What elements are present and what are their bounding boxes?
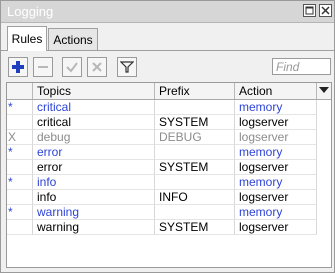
tab-actions[interactable]: Actions [48,28,98,50]
plus-icon [12,61,24,73]
row-topics: warning [33,205,155,220]
row-flag: * [7,175,33,190]
row-flag [7,220,33,235]
row-prefix [155,205,235,220]
row-topics: info [33,190,155,205]
row-action: logserver [235,220,317,235]
table-row[interactable]: warning SYSTEM logserver [7,220,331,235]
column-header-prefix[interactable]: Prefix [155,83,235,99]
row-action: memory [235,175,317,190]
row-prefix [155,145,235,160]
column-header-flag[interactable] [7,83,33,99]
row-action: memory [235,100,317,115]
row-flag: * [7,100,33,115]
cross-icon [92,62,102,72]
enable-button[interactable] [62,57,82,77]
row-action: logserver [235,190,317,205]
row-flag: X [7,130,33,145]
row-action: memory [235,205,317,220]
row-topics: critical [33,115,155,130]
filter-icon [120,61,134,73]
rules-table: Topics Prefix Action * critical memory c… [6,82,332,268]
row-prefix: SYSTEM [155,115,235,130]
column-menu-button[interactable] [317,83,331,99]
table-row[interactable]: critical SYSTEM logserver [7,115,331,130]
row-flag [7,115,33,130]
row-action: logserver [235,115,317,130]
row-action: memory [235,145,317,160]
search-input[interactable] [272,58,331,75]
table-header: Topics Prefix Action [7,83,331,100]
row-topics: error [33,145,155,160]
table-row[interactable]: info INFO logserver [7,190,331,205]
column-header-topics[interactable]: Topics [33,83,155,99]
toolbar [1,51,334,81]
row-topics: critical [33,100,155,115]
row-prefix: DEBUG [155,130,235,145]
row-prefix: SYSTEM [155,160,235,175]
restore-icon [305,6,314,15]
restore-button[interactable] [303,4,316,17]
row-prefix: SYSTEM [155,220,235,235]
row-action: logserver [235,130,317,145]
close-icon [321,6,330,15]
row-flag [7,160,33,175]
table-row[interactable]: * info memory [7,175,331,190]
logging-window: Logging Rules Actions Find Topics Prefix… [0,0,335,273]
check-icon [66,62,78,73]
tab-rules[interactable]: Rules [7,26,47,51]
remove-button[interactable] [33,57,53,77]
sort-dropdown-icon [319,87,329,93]
row-flag [7,190,33,205]
table-row[interactable]: error SYSTEM logserver [7,160,331,175]
title-bar[interactable]: Logging [1,1,334,23]
filter-button[interactable] [117,57,137,77]
table-row[interactable]: * warning memory [7,205,331,220]
tab-strip: Rules Actions [1,23,334,51]
minus-icon [38,66,48,68]
table-row[interactable]: * error memory [7,145,331,160]
close-button[interactable] [319,4,332,17]
row-flag: * [7,145,33,160]
disable-button[interactable] [87,57,107,77]
row-topics: warning [33,220,155,235]
row-action: logserver [235,160,317,175]
column-header-action[interactable]: Action [235,83,317,99]
window-title: Logging [7,4,54,19]
row-topics: error [33,160,155,175]
row-prefix: INFO [155,190,235,205]
table-row[interactable]: * critical memory [7,100,331,115]
row-topics: info [33,175,155,190]
row-prefix [155,175,235,190]
row-prefix [155,100,235,115]
row-flag: * [7,205,33,220]
add-button[interactable] [8,57,28,77]
row-topics: debug [33,130,155,145]
table-row[interactable]: X debug DEBUG logserver [7,130,331,145]
